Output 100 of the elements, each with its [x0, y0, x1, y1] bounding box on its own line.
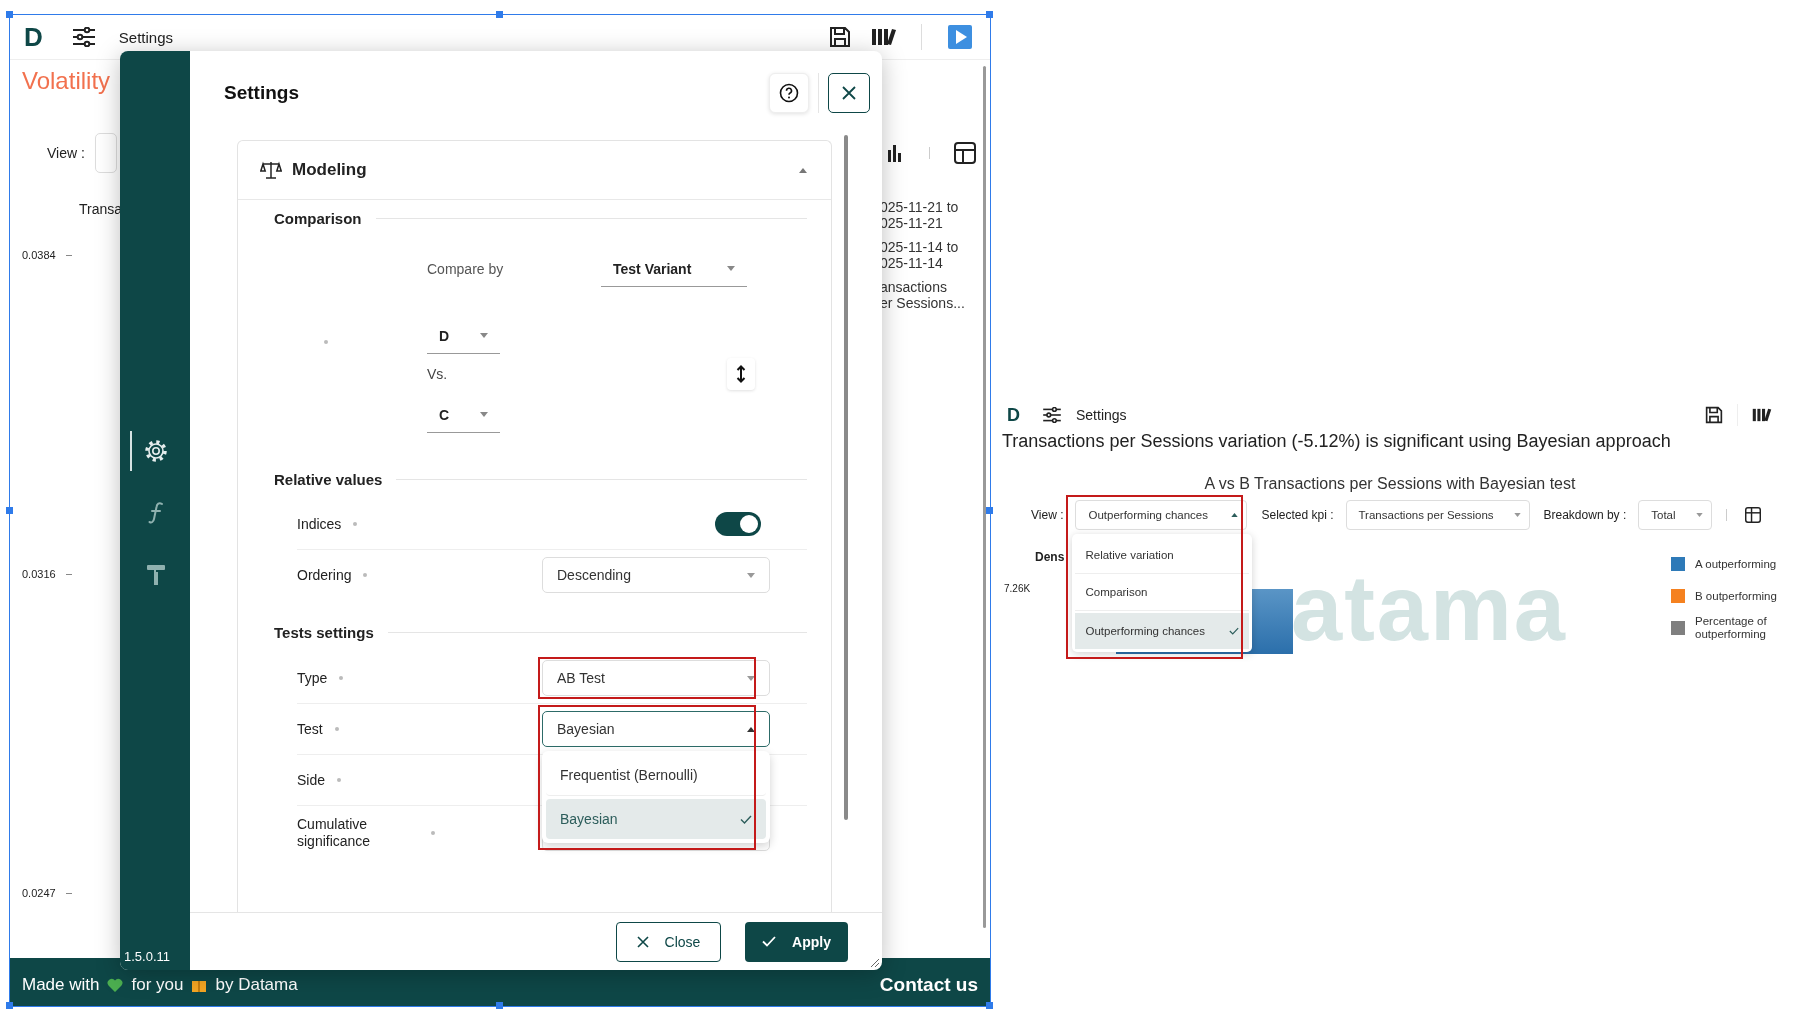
scrollbar[interactable] [844, 135, 848, 820]
info-dot[interactable] [337, 778, 342, 782]
library-icon[interactable] [871, 27, 897, 47]
axis-tick-label: 0.0247 [22, 887, 56, 899]
dropdown-option[interactable]: Comparison [1075, 574, 1250, 611]
heart-icon [107, 977, 124, 993]
axis-title: Dens [1035, 550, 1065, 564]
check-icon [740, 814, 752, 824]
caret-icon [480, 333, 488, 338]
save-icon[interactable] [829, 26, 851, 48]
topbar-title: Settings [1076, 407, 1127, 423]
control-label: Breakdown by : [1543, 508, 1627, 522]
table-icon[interactable] [954, 142, 976, 164]
compare-by-label: Compare by [427, 261, 505, 277]
page-title: Volatility [22, 66, 111, 96]
swap-button[interactable] [727, 358, 756, 390]
function-icon [147, 501, 165, 525]
compare-by-select[interactable]: Test Variant [601, 251, 747, 287]
resize-handle[interactable] [986, 11, 993, 18]
collapse-caret-icon[interactable] [799, 167, 807, 173]
setting-label: Type [297, 669, 328, 687]
setting-label: Indices [297, 515, 342, 533]
caret-icon [480, 412, 488, 417]
resize-handle[interactable] [496, 11, 503, 18]
library-icon[interactable] [1752, 407, 1772, 423]
resize-handle[interactable] [6, 1002, 13, 1009]
dropdown-select[interactable]: Outperforming chances [1075, 500, 1248, 530]
legend-note: 025-11-21 to 025-11-21 [880, 199, 960, 231]
resize-handle[interactable] [986, 1002, 993, 1009]
toggle-switch[interactable] [715, 512, 761, 536]
dropdown-select[interactable]: Bayesian [542, 711, 770, 747]
play-icon[interactable] [948, 25, 972, 49]
panel-title: Modeling [292, 160, 367, 180]
close-button[interactable] [828, 73, 870, 113]
legend-label: Percentage of outperforming [1695, 615, 1768, 641]
result-headline: Transactions per Sessions variation (-5.12%) is significant using Bayesian approach [1001, 430, 1672, 452]
scales-icon [260, 160, 282, 180]
check-icon [1229, 627, 1240, 635]
dropdown-select[interactable]: Descending [542, 557, 770, 593]
info-dot[interactable] [334, 727, 339, 731]
topbar-title: Settings [118, 28, 173, 46]
dropdown-option[interactable]: Relative variation [1075, 537, 1250, 574]
dropdown-select[interactable]: AB Test [542, 660, 770, 696]
resize-handle[interactable] [986, 506, 993, 514]
dropdown-select[interactable]: Total [1638, 500, 1713, 530]
setting-label: Side [297, 771, 326, 789]
caret-icon [727, 266, 735, 271]
caret-icon [747, 572, 755, 578]
sliders-icon[interactable] [1042, 407, 1062, 423]
info-dot[interactable] [363, 573, 368, 577]
legend-label: B outperforming [1695, 589, 1778, 603]
view-label: View : [47, 145, 85, 161]
dropdown-option[interactable]: Frequentist (Bernoulli) [546, 755, 766, 796]
section-heading: Tests settings [274, 623, 374, 641]
app-logo[interactable]: D [24, 22, 43, 52]
vs-label: Vs. [427, 366, 448, 382]
axis-tick [65, 573, 72, 575]
variant-select[interactable]: D [427, 318, 500, 354]
info-dot[interactable] [339, 676, 344, 680]
info-dot[interactable] [353, 522, 358, 526]
caret-icon [747, 675, 755, 681]
control-label: Selected kpi : [1261, 508, 1334, 522]
apply-button[interactable]: Apply [745, 921, 848, 962]
save-icon[interactable] [1705, 406, 1723, 424]
resize-handle[interactable] [496, 1002, 503, 1009]
resize-handle[interactable] [6, 11, 13, 18]
close-icon [841, 85, 857, 101]
legend-note: 025-11-14 to 025-11-14 [880, 239, 960, 271]
variant-select[interactable]: C [427, 397, 500, 433]
control-label: View : [1031, 508, 1064, 522]
panel-header[interactable]: Modeling [238, 141, 831, 200]
help-button[interactable] [769, 73, 809, 113]
sliders-icon[interactable] [71, 27, 96, 47]
paint-roller-icon [146, 563, 166, 587]
caret-icon [1696, 513, 1704, 517]
dropdown-select[interactable]: Transactions per Sessions [1345, 500, 1530, 530]
dropdown-option[interactable]: Bayesian [546, 799, 766, 839]
resize-grip-icon[interactable] [870, 958, 880, 968]
table-icon[interactable] [1745, 507, 1762, 523]
axis-tick-label: 7.26K [1004, 583, 1031, 594]
setting-label: Ordering [297, 566, 352, 584]
info-dot[interactable] [324, 340, 328, 344]
app-logo[interactable]: D [1007, 404, 1020, 426]
close-button[interactable]: Close [616, 921, 721, 962]
axis-tick [65, 892, 72, 894]
info-dot[interactable] [431, 831, 435, 835]
setting-label: Cumulative significance [297, 816, 372, 850]
dropdown-option[interactable]: Outperforming chances [1075, 613, 1250, 649]
caret-icon [1513, 513, 1521, 517]
vertical-arrows-icon [736, 365, 747, 383]
footer-text: Made with [22, 975, 100, 995]
dialog-title: Settings [224, 82, 299, 104]
contact-link[interactable]: Contact us [879, 974, 978, 996]
close-icon [636, 935, 649, 948]
section-heading: Relative values [274, 470, 383, 488]
scrollbar[interactable] [983, 66, 986, 928]
version-label: 1.5.0.11 [123, 949, 171, 966]
help-icon [779, 83, 799, 103]
resize-handle[interactable] [6, 506, 13, 514]
section-heading: Comparison [274, 209, 362, 227]
